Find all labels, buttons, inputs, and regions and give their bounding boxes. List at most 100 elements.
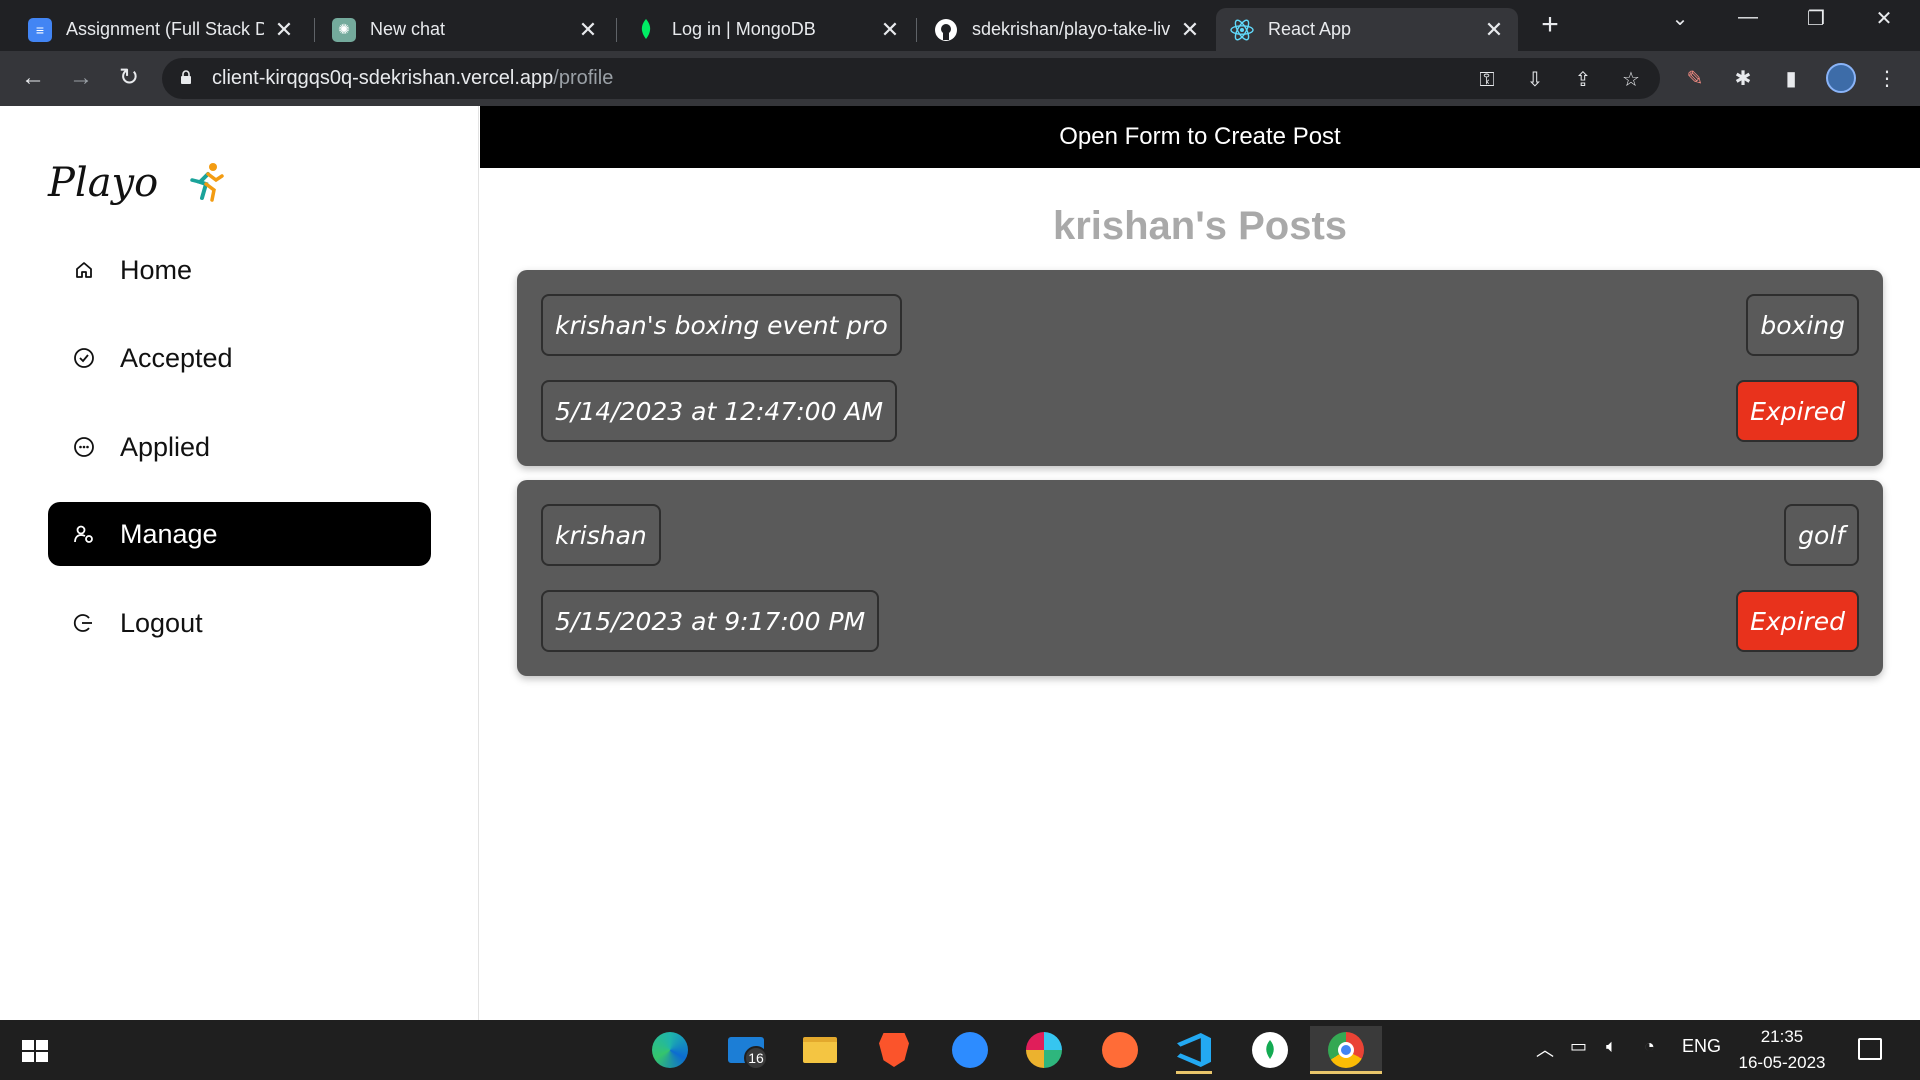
postman-icon[interactable] (1096, 1026, 1144, 1074)
running-indicator (1176, 1071, 1212, 1074)
post-card: krishan golf 5/15/2023 at 9:17:00 PM Exp… (517, 480, 1883, 676)
sidebar-item-applied[interactable]: Applied (48, 415, 431, 479)
react-icon (1230, 18, 1254, 42)
sidebar-item-home[interactable]: Home (48, 238, 431, 302)
post-sport: golf (1784, 504, 1859, 566)
post-sport: boxing (1746, 294, 1859, 356)
tab-title: React App (1268, 19, 1352, 39)
file-explorer-icon[interactable] (796, 1026, 844, 1074)
close-tab-icon[interactable]: ✕ (274, 18, 294, 40)
tab-title: Assignment (Full Stack De (66, 19, 264, 39)
sidebar-item-logout[interactable]: Logout (48, 591, 431, 655)
install-app-icon[interactable]: ⇩ (1522, 67, 1548, 93)
url-host: client-kirqgqs0q-sdekrishan.vercel.app (212, 67, 554, 89)
browser-tab-active[interactable]: React App ✕ (1216, 8, 1518, 51)
browser-tab[interactable]: sdekrishan/playo-take-liv ✕ (920, 8, 1214, 51)
chrome-icon[interactable] (1310, 1026, 1382, 1074)
side-panel-icon[interactable]: ▮ (1778, 66, 1804, 92)
restore-window-button[interactable]: ❐ (1796, 6, 1836, 31)
tab-title: sdekrishan/playo-take-liv (972, 19, 1170, 39)
sidebar-item-label: Logout (120, 607, 203, 638)
bookmark-star-icon[interactable]: ☆ (1618, 67, 1644, 93)
logout-icon (72, 611, 96, 635)
windows-start-icon[interactable] (22, 1040, 48, 1062)
playo-logo[interactable]: Playo (48, 160, 226, 206)
open-create-post-form-button[interactable]: Open Form to Create Post (480, 106, 1920, 168)
browser-tab[interactable]: ✺ New chat ✕ (318, 8, 612, 51)
tab-divider (314, 18, 315, 42)
tab-search-chevron-icon[interactable]: ⌄ (1660, 6, 1700, 31)
battery-icon[interactable]: ▭ (1570, 1036, 1587, 1057)
runner-logo-icon (190, 163, 224, 202)
sidebar-item-label: Home (120, 254, 193, 285)
home-icon (72, 258, 96, 282)
github-icon (934, 18, 958, 42)
tab-title: New chat (370, 19, 446, 39)
pen-extension-icon[interactable]: ✎ (1682, 66, 1708, 92)
system-clock[interactable]: 21:35 16-05-2023 (1728, 1024, 1836, 1076)
post-datetime: 5/14/2023 at 12:47:00 AM (541, 380, 898, 442)
address-bar[interactable]: client-kirqgqs0q-sdekrishan.vercel.app/p… (162, 58, 1660, 99)
post-name: krishan (541, 504, 661, 566)
new-tab-button[interactable]: + (1536, 10, 1564, 40)
mail-badge: 16 (744, 1046, 768, 1070)
lock-icon (181, 70, 191, 84)
logo-text: Playo (48, 160, 159, 206)
browser-toolbar: ← → ↻ client-kirqgqs0q-sdekrishan.vercel… (0, 51, 1920, 106)
close-tab-icon[interactable]: ✕ (880, 18, 900, 40)
mongodb-leaf-icon (634, 18, 658, 42)
openai-icon: ✺ (332, 17, 356, 42)
language-indicator[interactable]: ENG (1682, 1036, 1721, 1057)
extensions-puzzle-icon[interactable]: ✱ (1730, 66, 1756, 92)
clock-date: 16-05-2023 (1738, 1053, 1826, 1072)
close-tab-icon[interactable]: ✕ (578, 18, 598, 40)
check-circle-icon (72, 346, 96, 370)
brave-icon[interactable] (870, 1026, 918, 1074)
post-card: krishan's boxing event pro boxing 5/14/2… (517, 270, 1883, 466)
browser-tab[interactable]: Log in | MongoDB ✕ (620, 8, 914, 51)
vscode-icon[interactable] (1170, 1026, 1218, 1074)
post-datetime: 5/15/2023 at 9:17:00 PM (541, 590, 880, 652)
back-arrow-icon[interactable]: ← (16, 61, 50, 95)
edge-icon[interactable] (646, 1026, 694, 1074)
browser-tab-strip: ≡ Assignment (Full Stack De ✕ ✺ New chat… (0, 0, 1920, 51)
sidebar-item-accepted[interactable]: Accepted (48, 326, 431, 390)
close-tab-icon[interactable]: ✕ (1484, 18, 1504, 40)
forward-arrow-icon[interactable]: → (64, 61, 98, 95)
zoom-icon[interactable] (946, 1026, 994, 1074)
browser-tab[interactable]: ≡ Assignment (Full Stack De ✕ (14, 8, 308, 51)
sidebar-item-label: Manage (120, 518, 218, 549)
more-menu-icon[interactable]: ⋮ (1874, 66, 1900, 92)
notifications-icon[interactable] (1858, 1038, 1882, 1060)
key-icon[interactable]: ⚿ (1474, 67, 1500, 93)
clock-time: 21:35 (1760, 1027, 1804, 1046)
tab-title: Log in | MongoDB (672, 19, 816, 39)
mongodb-compass-icon[interactable] (1246, 1026, 1294, 1074)
mail-icon[interactable]: 16 (722, 1026, 770, 1074)
reload-icon[interactable]: ↻ (112, 61, 146, 95)
post-name: krishan's boxing event pro (541, 294, 902, 356)
url-text: client-kirqgqs0q-sdekrishan.vercel.app/p… (212, 67, 613, 90)
running-indicator (1310, 1071, 1382, 1074)
share-icon[interactable]: ⇪ (1570, 67, 1596, 93)
sidebar-item-label: Accepted (120, 342, 233, 373)
main-content: Open Form to Create Post krishan's Posts… (480, 106, 1920, 1020)
dots-circle-icon (72, 435, 96, 459)
sidebar-item-manage[interactable]: Manage (48, 502, 431, 566)
page-content: Playo Home Accepted Applied Manage Logou… (0, 106, 1920, 1020)
show-hidden-icons-chevron-icon[interactable]: ︿ (1536, 1036, 1554, 1062)
slack-icon[interactable] (1020, 1026, 1068, 1074)
url-path: /profile (553, 67, 614, 89)
close-window-button[interactable]: ✕ (1864, 6, 1904, 31)
minimize-window-button[interactable]: — (1728, 6, 1768, 29)
windows-taskbar: 16 ︿ ▭ 🔈︎ ◔ ENG 21:35 16-05-2023 (0, 1020, 1920, 1080)
sidebar: Playo Home Accepted Applied Manage Logou… (0, 106, 479, 1020)
profile-avatar[interactable] (1826, 63, 1856, 93)
volume-icon[interactable]: 🔈︎ (1606, 1036, 1617, 1057)
sidebar-item-label: Applied (120, 431, 211, 462)
page-title: krishan's Posts (1052, 204, 1348, 248)
status-badge: Expired (1736, 380, 1859, 442)
users-cog-icon (72, 522, 96, 546)
close-tab-icon[interactable]: ✕ (1180, 18, 1200, 40)
wifi-icon[interactable]: ◔ (1644, 1036, 1655, 1057)
